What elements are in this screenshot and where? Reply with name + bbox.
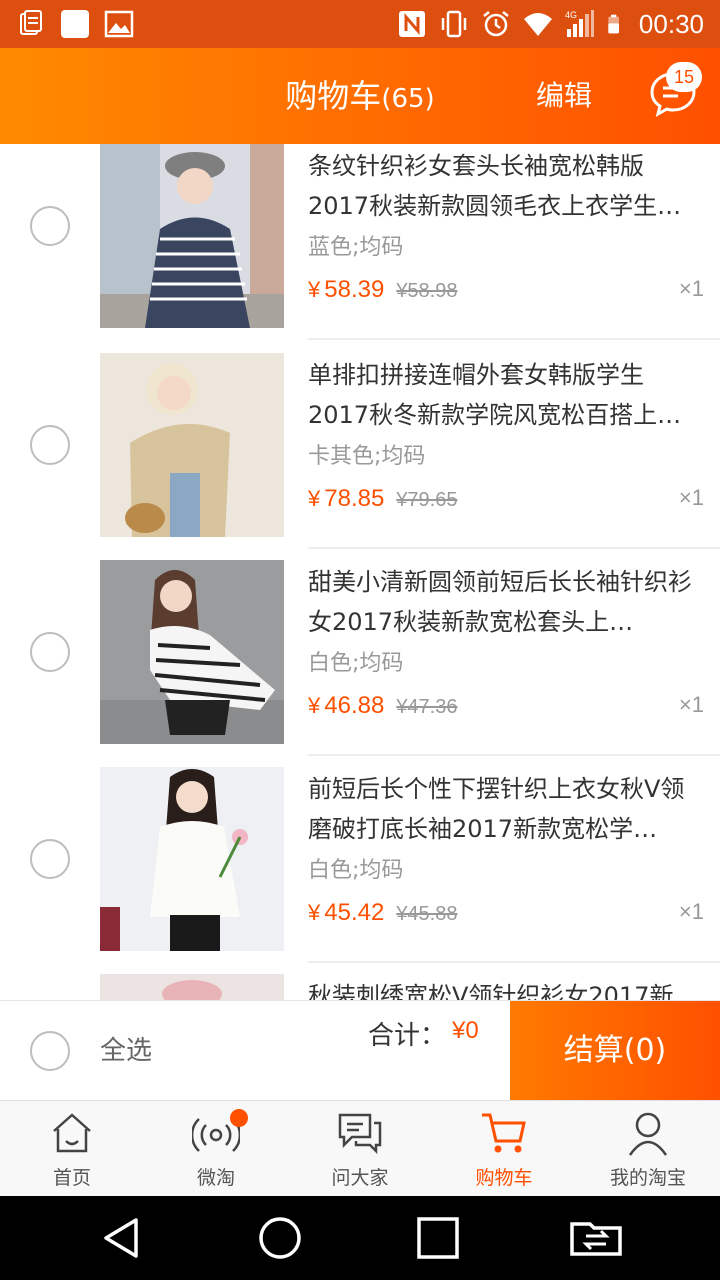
product-sku[interactable]: 白色;均码: [308, 853, 704, 889]
product-thumbnail[interactable]: [100, 560, 284, 744]
tab-my-taobao[interactable]: 我的淘宝: [576, 1101, 720, 1196]
tab-home[interactable]: 首页: [0, 1101, 144, 1196]
tab-label: 购物车: [475, 1167, 533, 1189]
product-price: ¥46.88: [308, 692, 385, 719]
cart-item[interactable]: 前短后长个性下摆针织上衣女秋V领磨破打底长袖2017新款宽松学… 白色;均码 ¥…: [0, 755, 720, 963]
vibrate-icon: [441, 10, 467, 38]
item-checkbox[interactable]: [30, 425, 70, 465]
svg-text:4G: 4G: [565, 10, 577, 20]
home-button-icon[interactable]: [256, 1214, 304, 1262]
original-price: ¥58.98: [396, 280, 458, 302]
clock: 00:30: [638, 8, 704, 39]
total-label: 合计：: [368, 1021, 447, 1051]
title-text: 购物车: [285, 77, 382, 115]
item-checkbox[interactable]: [30, 632, 70, 672]
quantity: ×1: [678, 692, 704, 717]
square-icon: [61, 10, 89, 38]
back-icon[interactable]: [98, 1214, 146, 1262]
original-price: ¥79.65: [396, 489, 458, 511]
tab-label: 我的淘宝: [609, 1167, 686, 1189]
switch-sim-icon[interactable]: [568, 1214, 624, 1262]
cart-item-list[interactable]: 条纹针织衫女套头长袖宽松韩版2017秋装新款圆领毛衣上衣学生… 蓝色;均码 ¥5…: [0, 144, 720, 1000]
product-title[interactable]: 甜美小清新圆领前短后长长袖针织衫女2017秋装新款宽松套头上…: [308, 562, 704, 642]
clipboard-icon: [20, 10, 42, 35]
quantity: ×1: [678, 899, 704, 924]
product-sku[interactable]: 卡其色;均码: [308, 439, 704, 475]
alarm-icon: [483, 11, 509, 37]
cart-count: (65): [381, 84, 435, 114]
tab-label: 微淘: [196, 1167, 235, 1189]
product-thumbnail[interactable]: [100, 974, 284, 1000]
recents-icon[interactable]: [414, 1214, 462, 1262]
product-thumbnail[interactable]: [100, 353, 284, 537]
system-nav-bar: [0, 1196, 720, 1280]
item-checkbox[interactable]: [30, 839, 70, 879]
cart-item[interactable]: 甜美小清新圆领前短后长长袖针织衫女2017秋装新款宽松套头上… 白色;均码 ¥4…: [0, 548, 720, 756]
checkout-button[interactable]: 结算(0): [510, 1001, 720, 1101]
cart-item[interactable]: 条纹针织衫女套头长袖宽松韩版2017秋装新款圆领毛衣上衣学生… 蓝色;均码 ¥5…: [0, 144, 720, 340]
signal-4g-icon: 4G: [565, 10, 594, 37]
tab-label: 首页: [52, 1167, 91, 1189]
select-all-checkbox[interactable]: [30, 1031, 70, 1071]
quantity: ×1: [678, 485, 704, 510]
cart-header: 购物车(65) 编辑 15: [0, 48, 720, 144]
product-price: ¥78.85: [308, 485, 385, 512]
user-icon: [628, 1112, 668, 1156]
tab-label: 问大家: [331, 1167, 389, 1189]
tab-weitao[interactable]: 微淘: [144, 1101, 288, 1196]
page-title: 购物车(65): [0, 48, 720, 144]
bottom-tab-bar: 首页 微淘 问大家 购物车 我的淘宝: [0, 1100, 720, 1196]
product-thumbnail[interactable]: [100, 767, 284, 951]
product-title[interactable]: 秋装刺绣宽松V领针织衫女2017新: [308, 976, 704, 1000]
status-bar: 4G 00:30: [0, 0, 720, 48]
total-value: ¥0: [452, 1017, 479, 1044]
notification-dot: [230, 1109, 248, 1127]
image-icon: [104, 10, 134, 38]
product-price: ¥45.42: [308, 899, 385, 926]
product-price: ¥58.39: [308, 276, 385, 303]
checkout-bar: 全选 合计： ¥0 结算(0): [0, 1000, 720, 1101]
tab-ask[interactable]: 问大家: [288, 1101, 432, 1196]
original-price: ¥45.88: [396, 903, 458, 925]
battery-icon: [608, 14, 619, 34]
product-sku[interactable]: 蓝色;均码: [308, 230, 704, 266]
divider: [308, 338, 720, 340]
home-icon: [53, 1113, 91, 1153]
product-title[interactable]: 条纹针织衫女套头长袖宽松韩版2017秋装新款圆领毛衣上衣学生…: [308, 146, 704, 226]
nfc-icon: [398, 11, 425, 37]
edit-button[interactable]: 编辑: [536, 48, 592, 144]
product-title[interactable]: 前短后长个性下摆针织上衣女秋V领磨破打底长袖2017新款宽松学…: [308, 769, 704, 849]
chat-icon: [338, 1113, 382, 1155]
wifi-icon: [523, 13, 552, 36]
product-thumbnail[interactable]: [100, 144, 284, 328]
original-price: ¥47.36: [396, 696, 458, 718]
cart-item[interactable]: 单排扣拼接连帽外套女韩版学生2017秋冬新款学院风宽松百搭上… 卡其色;均码 ¥…: [0, 341, 720, 549]
select-all-label[interactable]: 全选: [100, 1001, 152, 1101]
item-checkbox[interactable]: [30, 206, 70, 246]
tab-cart[interactable]: 购物车: [432, 1101, 576, 1196]
product-title[interactable]: 单排扣拼接连帽外套女韩版学生2017秋冬新款学院风宽松百搭上…: [308, 355, 704, 435]
cart-item[interactable]: 秋装刺绣宽松V领针织衫女2017新: [0, 962, 720, 1000]
product-sku[interactable]: 白色;均码: [308, 646, 704, 682]
cart-icon: [482, 1113, 526, 1153]
quantity: ×1: [678, 276, 704, 301]
message-badge: 15: [666, 62, 702, 92]
